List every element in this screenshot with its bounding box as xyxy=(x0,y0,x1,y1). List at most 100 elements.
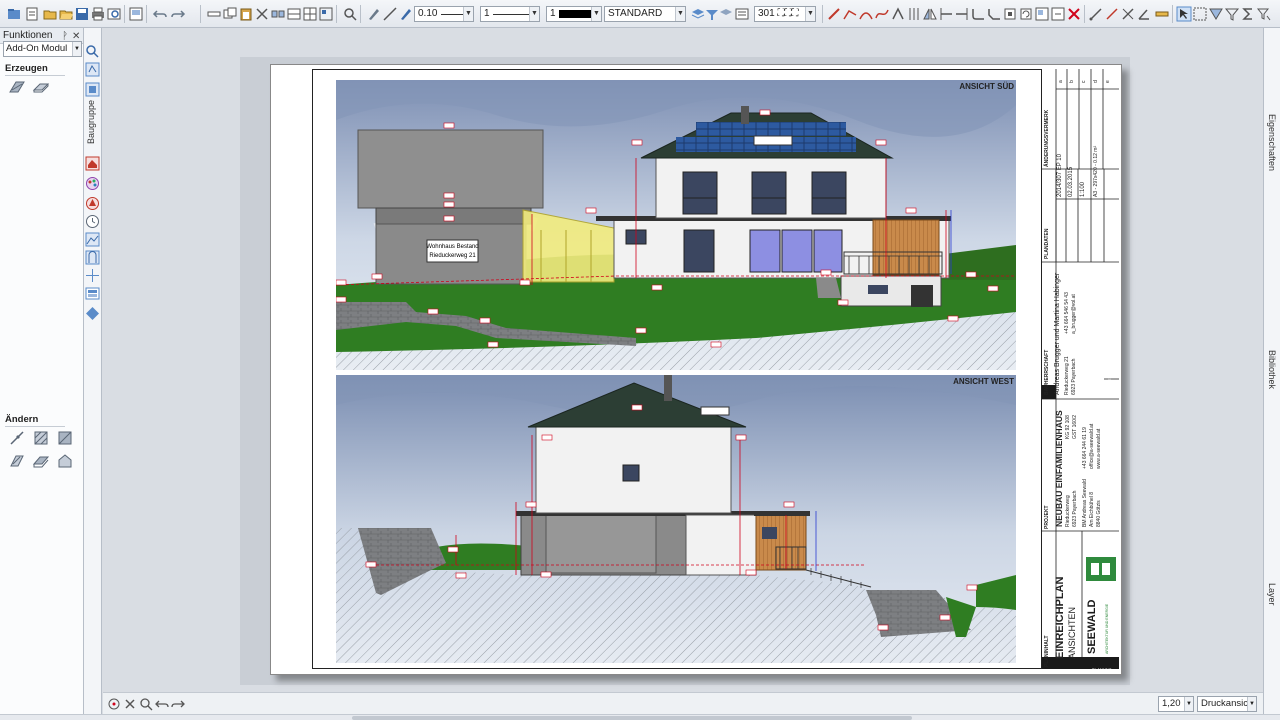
view-south[interactable]: Wohnhaus Bestand Rieduckerweg 21 ANSICHT… xyxy=(336,80,1016,370)
redo-view-icon[interactable] xyxy=(171,697,185,711)
module-wall-icon[interactable] xyxy=(85,82,100,97)
module-time-icon[interactable] xyxy=(85,214,100,229)
paste-icon[interactable] xyxy=(238,6,254,22)
print-icon[interactable] xyxy=(90,6,106,22)
create-slab-tool-icon[interactable] xyxy=(32,78,50,96)
chevron-down-icon: ▼ xyxy=(675,7,685,21)
scrollbar-thumb[interactable] xyxy=(352,716,912,720)
modify-line-tool-icon[interactable] xyxy=(8,429,26,447)
parallel-icon[interactable] xyxy=(906,6,922,22)
line-icon[interactable] xyxy=(382,6,398,22)
scale-select[interactable]: 1,20 ▼ xyxy=(1158,696,1194,712)
draw-spline-icon[interactable] xyxy=(874,6,890,22)
modify-surface-tool-icon[interactable] xyxy=(32,452,50,470)
view-type-select[interactable]: Druckansicht ▼ xyxy=(1197,696,1257,712)
view-south-drawing: Wohnhaus Bestand Rieduckerweg 21 xyxy=(336,80,1016,370)
cancel-icon[interactable] xyxy=(123,697,137,711)
module-layout-icon[interactable] xyxy=(85,286,100,301)
line-type-select[interactable]: 1 ▼ xyxy=(480,6,540,22)
copy-icon[interactable] xyxy=(222,6,238,22)
transfer-icon[interactable] xyxy=(270,6,286,22)
module-terrain-icon[interactable] xyxy=(85,232,100,247)
pen-thickness-select[interactable]: 0.10 ▼ xyxy=(414,6,474,22)
existing-house-address: Rieduckerweg 21 xyxy=(429,253,476,259)
filter-icon[interactable] xyxy=(1224,6,1240,22)
color-select[interactable]: 1 ▼ xyxy=(546,6,602,22)
module-roof-icon[interactable] xyxy=(85,156,100,171)
module-assembly-icon[interactable] xyxy=(85,62,100,77)
scale-icon[interactable] xyxy=(1034,6,1050,22)
layer-select[interactable]: STANDARD ▼ xyxy=(604,6,686,22)
cut-icon[interactable] xyxy=(206,6,222,22)
redo-icon[interactable] xyxy=(170,6,186,22)
modify-hatch-tool-icon[interactable] xyxy=(32,429,50,447)
delete-element-icon[interactable] xyxy=(1066,6,1082,22)
modify-pattern-tool-icon[interactable] xyxy=(56,429,74,447)
module-color-icon[interactable] xyxy=(85,176,100,191)
grid-icon[interactable] xyxy=(302,6,318,22)
open-folder-icon[interactable] xyxy=(58,6,74,22)
view-west[interactable]: ANSICHT WEST xyxy=(336,375,1016,663)
match-icon[interactable] xyxy=(1208,6,1224,22)
search-icon[interactable] xyxy=(85,44,100,59)
separator xyxy=(146,5,147,23)
stamp-label: VERFASSER xyxy=(1108,375,1112,397)
tab-properties[interactable]: Eigenschaften xyxy=(1267,114,1277,171)
properties-icon[interactable] xyxy=(318,6,334,22)
layer-status-icon[interactable] xyxy=(734,6,750,22)
module-axis-icon[interactable] xyxy=(85,268,100,283)
zoom-icon[interactable] xyxy=(139,697,153,711)
draw-polyline-icon[interactable] xyxy=(842,6,858,22)
draw-arc-icon[interactable] xyxy=(858,6,874,22)
change-row-e: e xyxy=(1105,80,1111,83)
addon-module-select[interactable]: Add-On Modul ▼ xyxy=(3,41,82,57)
pen-icon[interactable] xyxy=(366,6,382,22)
stretch-icon[interactable] xyxy=(1050,6,1066,22)
filter-assistant-icon[interactable] xyxy=(1256,6,1272,22)
modify-filling-tool-icon[interactable] xyxy=(8,452,26,470)
ruler-icon[interactable] xyxy=(1154,6,1170,22)
extend-icon[interactable] xyxy=(938,6,954,22)
move-icon[interactable] xyxy=(1002,6,1018,22)
color-icon[interactable] xyxy=(398,6,414,22)
module-door-icon[interactable] xyxy=(85,250,100,265)
select-icon[interactable] xyxy=(1176,6,1192,22)
measure-icon[interactable] xyxy=(1088,6,1104,22)
tab-baugruppe[interactable]: Baugruppe xyxy=(86,100,96,144)
layer-copy-icon[interactable] xyxy=(286,6,302,22)
modify-section-tool-icon[interactable] xyxy=(56,452,74,470)
new-file-icon[interactable] xyxy=(24,6,40,22)
print-preview-icon[interactable] xyxy=(106,6,122,22)
title-block[interactable]: PLANINHALT EINREICHPLAN ANSICHTEN PROJEK… xyxy=(1041,69,1119,672)
layer-lock-icon[interactable] xyxy=(718,6,734,22)
distance-icon[interactable] xyxy=(1104,6,1120,22)
area-icon[interactable] xyxy=(1120,6,1136,22)
rotate-icon[interactable] xyxy=(1018,6,1034,22)
selection-mode-icon[interactable] xyxy=(1192,6,1208,22)
trim-icon[interactable] xyxy=(954,6,970,22)
chamfer-icon[interactable] xyxy=(986,6,1002,22)
create-wall-tool-icon[interactable] xyxy=(8,78,26,96)
open-file-icon[interactable] xyxy=(42,6,58,22)
snap-settings-icon[interactable] xyxy=(107,697,121,711)
undo-icon[interactable] xyxy=(152,6,168,22)
tab-layer[interactable]: Layer xyxy=(1267,583,1277,606)
fillet-icon[interactable] xyxy=(970,6,986,22)
format-select[interactable]: 301 ⛶⛶⛶ ▼ xyxy=(754,6,816,22)
layout-icon[interactable] xyxy=(128,6,144,22)
undo-view-icon[interactable] xyxy=(155,697,169,711)
module-objects-icon[interactable] xyxy=(85,306,100,321)
module-energy-icon[interactable] xyxy=(85,196,100,211)
delete-icon[interactable] xyxy=(254,6,270,22)
angle-icon[interactable] xyxy=(1136,6,1152,22)
find-icon[interactable] xyxy=(342,6,358,22)
snap-icon[interactable] xyxy=(890,6,906,22)
save-icon[interactable] xyxy=(74,6,90,22)
mirror-icon[interactable] xyxy=(922,6,938,22)
module-strip: Baugruppe xyxy=(84,28,102,714)
sum-icon[interactable] xyxy=(1240,6,1256,22)
tab-library[interactable]: Bibliothek xyxy=(1267,350,1277,389)
draw-line-icon[interactable] xyxy=(826,6,842,22)
horizontal-scrollbar[interactable] xyxy=(0,714,1280,720)
open-project-icon[interactable] xyxy=(6,6,22,22)
